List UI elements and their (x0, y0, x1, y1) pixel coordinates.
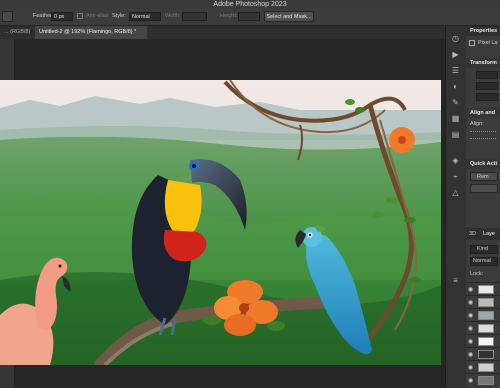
blend-mode-select[interactable]: Normal (470, 257, 498, 266)
remove-button-label: Rem (477, 174, 489, 180)
layer-row[interactable]: ◉ (466, 334, 500, 347)
eye-icon[interactable]: ◉ (468, 377, 473, 384)
transform-w-input[interactable] (476, 71, 498, 79)
right-panel: Properties Pixel La Transform Align and … (466, 26, 500, 388)
adjustments-icon[interactable]: ◐ (450, 82, 461, 92)
play-icon[interactable]: ▶ (450, 50, 461, 60)
layer-row[interactable]: ◉ (466, 321, 500, 334)
layers-tabs: 3D Laye (466, 228, 500, 240)
eye-icon[interactable]: ◉ (468, 338, 473, 345)
kind-label: Kind (477, 246, 489, 252)
align-buttons[interactable] (470, 131, 496, 139)
width-input[interactable] (182, 12, 207, 21)
layer-thumbnail (478, 324, 494, 333)
transform-h-input[interactable] (476, 82, 498, 90)
style-select[interactable]: Normal (129, 12, 161, 21)
layers-icon[interactable]: ≡ (450, 276, 461, 286)
layer-row[interactable]: ◉ (466, 347, 500, 360)
tab-previous-document[interactable]: ... (RGB/8) (0, 26, 34, 39)
transform-angle-input[interactable] (476, 93, 498, 101)
height-input[interactable] (238, 12, 260, 21)
select-and-mask-button[interactable]: Select and Mask... (264, 11, 314, 22)
layer-row[interactable]: ◉ (466, 282, 500, 295)
layer-thumbnail (478, 350, 494, 359)
layer-thumbnail (478, 376, 494, 385)
marquee-tool-preset-icon[interactable] (2, 11, 13, 22)
eye-icon[interactable]: ◉ (468, 325, 473, 332)
layer-thumbnail (478, 311, 494, 320)
remove-background-button[interactable]: Rem (470, 172, 498, 181)
document-canvas[interactable] (0, 80, 441, 365)
document-tabs: ... (RGB/8) Untitled-2 @ 192% (Flamingo,… (0, 26, 450, 39)
eye-icon[interactable]: ◉ (468, 299, 473, 306)
lock-label: Lock: (470, 271, 484, 277)
layer-row[interactable]: ◉ (466, 295, 500, 308)
anti-alias-label: Anti-alias (86, 13, 109, 19)
pixel-layer-label: Pixel La (478, 40, 498, 46)
tab-untitled-2[interactable]: Untitled-2 @ 192% (Flamingo, RGB/8) * (35, 26, 147, 39)
eye-icon[interactable]: ◉ (468, 351, 473, 358)
width-label: Width: (165, 13, 181, 19)
panel-dock: ◷ ▶ ☰ ◐ ✎ ▦ ▤ ◈ ⌁ △ ≡ (445, 26, 467, 388)
layer-thumbnail (478, 285, 494, 294)
align-section-header[interactable]: Align and (466, 108, 500, 118)
height-label: Height: (220, 13, 238, 19)
layer-thumbnail (478, 337, 494, 346)
brush-icon[interactable]: ✎ (450, 98, 461, 108)
feather-input[interactable]: 0 px (51, 12, 73, 21)
shapes-icon[interactable]: △ (450, 188, 461, 198)
channels-icon[interactable]: ◈ (450, 156, 461, 166)
eye-icon[interactable]: ◉ (468, 312, 473, 319)
blend-mode-label: Normal (473, 258, 491, 264)
properties-panel-header[interactable]: Properties (466, 26, 500, 36)
properties-icon[interactable]: ☰ (450, 66, 461, 76)
layer-row[interactable]: ◉ (466, 308, 500, 321)
eye-icon[interactable]: ◉ (468, 286, 473, 293)
layer-thumbnail (478, 363, 494, 372)
transform-section-header[interactable]: Transform (466, 58, 500, 68)
history-icon[interactable]: ◷ (450, 34, 461, 44)
swatches-icon[interactable]: ▦ (450, 114, 461, 124)
paths-icon[interactable]: ⌁ (450, 172, 461, 182)
options-bar: Feather: 0 px Anti-alias Style: Normal W… (0, 9, 500, 26)
quick-actions-header[interactable]: Quick Acti (466, 159, 500, 169)
layer-filter-kind[interactable]: Kind (470, 245, 498, 254)
tab-label: Untitled-2 @ 192% (Flamingo, RGB/8) * (39, 29, 137, 35)
layer-row[interactable]: ◉ (466, 373, 500, 386)
app-title: Adobe Photoshop 2023 (213, 1, 287, 8)
libraries-icon[interactable]: ▤ (450, 130, 461, 140)
anti-alias-checkbox[interactable] (77, 13, 83, 19)
pixel-layer-icon (469, 40, 475, 46)
layer-row[interactable]: ◉ (466, 360, 500, 373)
tab-label: ... (RGB/8) (4, 29, 31, 35)
align-sub-label: Align: (470, 121, 484, 127)
layer-thumbnail (478, 298, 494, 307)
style-label: Style: (112, 13, 126, 19)
eye-icon[interactable]: ◉ (468, 364, 473, 371)
tab-3d[interactable]: 3D (469, 231, 476, 237)
quick-action-button[interactable] (470, 184, 498, 193)
artwork-image (0, 80, 441, 365)
tab-layers[interactable]: Laye (483, 231, 495, 237)
